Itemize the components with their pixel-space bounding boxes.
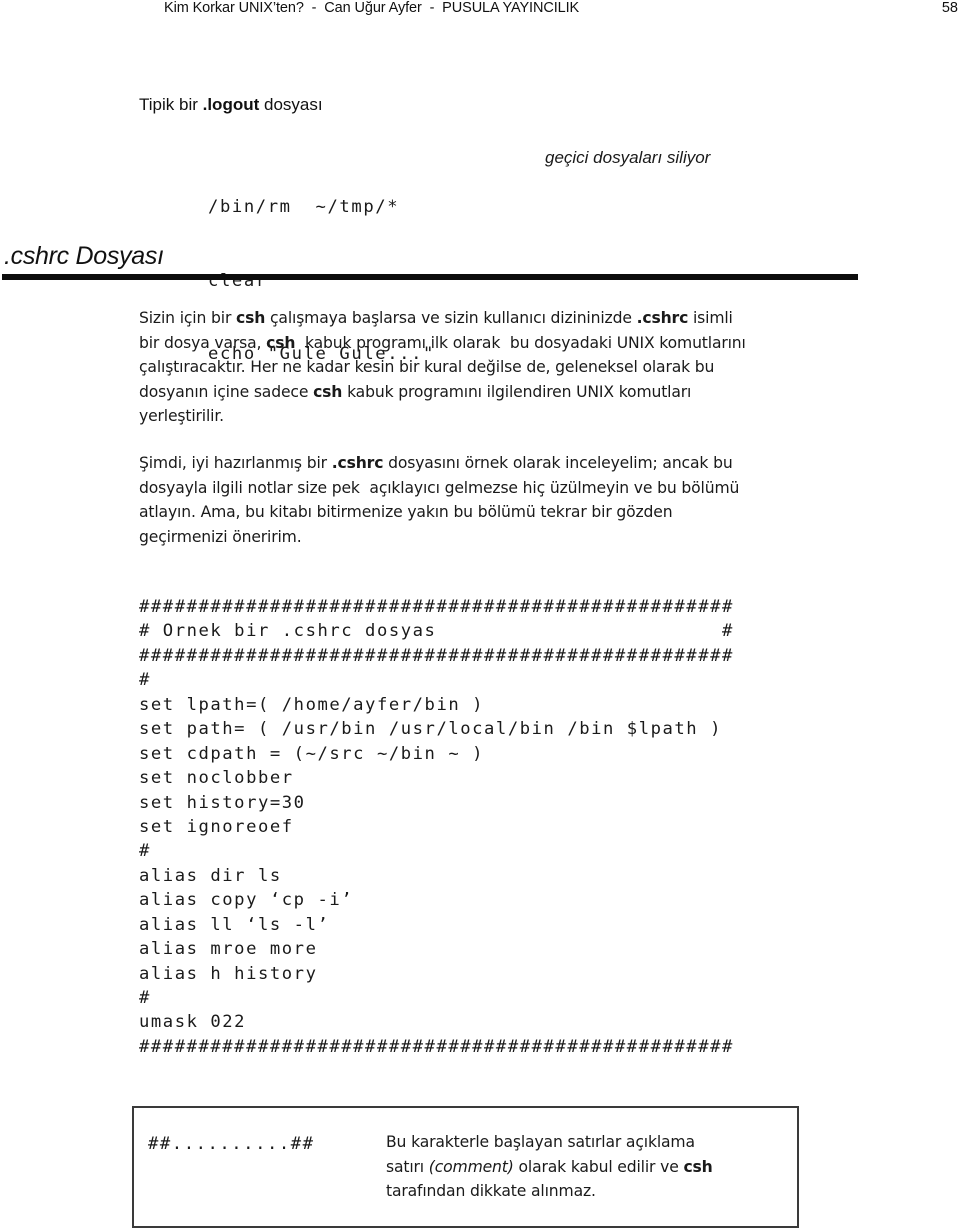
- logout-title-filename: .logout: [202, 95, 260, 114]
- code-line: set path= ( /usr/bin /usr/local/bin /bin…: [139, 719, 722, 740]
- bold-term: csh: [236, 309, 266, 327]
- code-line: ########################################…: [139, 597, 734, 617]
- paragraph-line: çalıştıracaktır. Her ne kadar kesin bir …: [139, 358, 715, 376]
- text-run: Sizin için bir: [139, 309, 237, 327]
- bold-term: csh: [266, 333, 296, 352]
- code-line: set noclobber: [139, 768, 294, 789]
- paragraph-line: Bu karakterle başlayan satırlar açıklama: [386, 1133, 695, 1151]
- cshrc-code-block: ########################################…: [139, 595, 734, 1059]
- page-number: 58: [941, 0, 958, 16]
- code-line: alias dir ls: [139, 865, 282, 886]
- text-run: satırı: [386, 1157, 429, 1176]
- paragraph-line: satırı (comment) olarak kabul edilir ve …: [386, 1155, 713, 1180]
- code-line: alias h history: [139, 963, 318, 984]
- code-line: ########################################…: [139, 645, 734, 666]
- bold-term: csh: [683, 1157, 713, 1176]
- code-line: alias ll ‘ls -l’: [139, 914, 330, 935]
- code-line: set lpath=( /home/ayfer/bin ): [139, 694, 485, 715]
- code-line: #: [139, 670, 151, 691]
- code-line: alias mroe more: [139, 939, 318, 960]
- italic-term: (comment): [428, 1157, 514, 1176]
- logout-title-suffix: dosyası: [259, 95, 323, 114]
- paragraph-line: atlayın. Ama, bu kitabı bitirmenize yakı…: [139, 503, 673, 521]
- code-line: set cdpath = (~/src ~/bin ~ ): [139, 743, 485, 764]
- text-run: olarak kabul edilir ve: [513, 1157, 684, 1176]
- bold-term: csh: [313, 382, 343, 401]
- code-line: alias copy ‘cp -i’: [139, 890, 354, 911]
- text-run: bir dosya varsa,: [139, 333, 267, 352]
- example-intro-paragraph: Şimdi, iyi hazırlanmış bir .cshrc dosyas…: [139, 451, 839, 549]
- logout-code-note: geçici dosyaları siliyor: [545, 148, 711, 167]
- paragraph-line: Sizin için bir csh çalışmaya başlarsa ve…: [139, 306, 839, 331]
- running-header: Kim Korkar UNIX’ten? - Can Uğur Ayfer - …: [164, 0, 580, 16]
- code-line: #: [139, 841, 151, 862]
- section-heading: .cshrc Dosyası: [4, 242, 164, 270]
- text-run: isimli: [688, 309, 733, 327]
- comment-marker: ##..........##: [148, 1134, 315, 1154]
- paragraph-line: dosyanın içine sadece csh kabuk programı…: [139, 380, 839, 405]
- code-line: /bin/rm ~/tmp/*: [208, 197, 400, 217]
- text-run: Şimdi, iyi hazırlanmış bir: [139, 454, 332, 472]
- paragraph-line: dosyayla ilgili notlar size pek açıklayı…: [139, 478, 740, 497]
- code-line: ########################################…: [139, 1036, 734, 1057]
- text-run: kabuk programı ilk olarak bu dosyadaki U…: [295, 333, 746, 352]
- text-run: dosyanın içine sadece: [139, 382, 314, 401]
- text-run: kabuk programını ilgilendiren UNIX komut…: [342, 382, 692, 401]
- code-line: # Ornek bir .cshrc dosyas #: [139, 621, 734, 642]
- comment-explanation-text: Bu karakterle başlayan satırlar açıklama…: [386, 1130, 713, 1204]
- code-line: set history=30: [139, 792, 306, 813]
- heading-rule: [2, 274, 858, 280]
- text-run: çalışmaya başlarsa ve sizin kullanıcı di…: [265, 309, 637, 327]
- bold-term: .cshrc: [331, 454, 384, 472]
- code-line: clear: [208, 270, 268, 291]
- intro-paragraph: Sizin için bir csh çalışmaya başlarsa ve…: [139, 306, 839, 429]
- code-line: #: [139, 988, 151, 1008]
- code-line: umask 022: [139, 1012, 247, 1033]
- logout-section-title: Tipik bir .logout dosyası: [139, 94, 323, 116]
- paragraph-line: Şimdi, iyi hazırlanmış bir .cshrc dosyas…: [139, 451, 839, 476]
- paragraph-line: yerleştirilir.: [139, 407, 224, 425]
- paragraph-line: tarafından dikkate alınmaz.: [386, 1182, 596, 1200]
- text-run: dosyasını örnek olarak inceleyelim; anca…: [383, 454, 733, 472]
- logout-title-prefix: Tipik bir: [139, 95, 203, 114]
- paragraph-line: geçirmenizi öneririm.: [139, 527, 302, 546]
- code-line: set ignoreoef: [139, 816, 294, 837]
- paragraph-line: bir dosya varsa, csh kabuk programı ilk …: [139, 331, 839, 356]
- bold-term: .cshrc: [636, 309, 689, 327]
